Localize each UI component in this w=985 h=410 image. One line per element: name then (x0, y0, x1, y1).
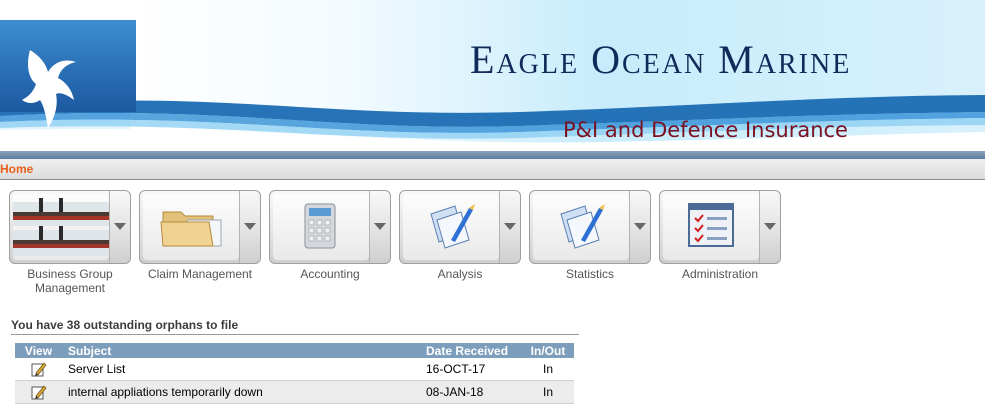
documents-pen-icon (403, 194, 499, 260)
accounting-button[interactable] (269, 190, 391, 264)
module-accounting: Accounting (269, 190, 391, 281)
column-header-date-received: Date Received (420, 343, 522, 358)
analysis-label: Analysis (437, 267, 483, 281)
business-group-dropdown[interactable] (109, 191, 130, 263)
orphans-table: View Subject Date Received In/Out Server… (15, 343, 574, 404)
row-date-received: 16-OCT-17 (420, 358, 522, 381)
chevron-down-icon (634, 223, 646, 230)
administration-label: Administration (681, 267, 759, 281)
column-header-subject: Subject (62, 343, 420, 358)
ship-icon (13, 194, 109, 260)
claim-management-dropdown[interactable] (239, 191, 260, 263)
chevron-down-icon (374, 223, 386, 230)
column-header-view: View (15, 343, 62, 358)
accounting-dropdown[interactable] (369, 191, 390, 263)
folder-icon (143, 194, 239, 260)
analysis-button[interactable] (399, 190, 521, 264)
company-title: Eagle Ocean Marine (470, 37, 852, 82)
row-subject: internal appliations temporarily down (62, 380, 420, 404)
logo-box (0, 20, 136, 128)
chevron-down-icon (764, 223, 776, 230)
orphans-message: You have 38 outstanding orphans to file (11, 318, 239, 332)
module-statistics: Statistics (529, 190, 651, 281)
claim-management-label: Claim Management (147, 267, 253, 281)
column-header-in-out: In/Out (522, 343, 574, 358)
table-row[interactable]: internal appliations temporarily down 08… (15, 380, 574, 404)
accounting-label: Accounting (300, 267, 360, 281)
edit-icon[interactable] (31, 361, 47, 377)
chevron-down-icon (114, 223, 126, 230)
administration-button[interactable] (659, 190, 781, 264)
analysis-dropdown[interactable] (499, 191, 520, 263)
administration-dropdown[interactable] (759, 191, 780, 263)
checklist-icon (663, 194, 759, 260)
business-group-label: Business Group Management (27, 267, 113, 295)
claim-management-button[interactable] (139, 190, 261, 264)
module-business-group: Business Group Management (9, 190, 131, 295)
row-subject: Server List (62, 358, 420, 381)
header-divider (0, 151, 985, 159)
business-group-button[interactable] (9, 190, 131, 264)
statistics-dropdown[interactable] (629, 191, 650, 263)
company-subtitle: P&I and Defence Insurance (563, 118, 848, 142)
module-analysis: Analysis (399, 190, 521, 281)
edit-icon[interactable] (31, 384, 47, 400)
breadcrumb-home-link[interactable]: Home (0, 162, 33, 176)
header-banner: Eagle Ocean Marine P&I and Defence Insur… (0, 0, 985, 150)
row-date-received: 08-JAN-18 (420, 380, 522, 404)
calculator-icon (273, 194, 369, 260)
row-in-out: In (522, 358, 574, 381)
chevron-down-icon (244, 223, 256, 230)
statistics-button[interactable] (529, 190, 651, 264)
module-administration: Administration (659, 190, 781, 281)
row-in-out: In (522, 380, 574, 404)
breadcrumb: Home (0, 159, 985, 180)
statistics-label: Statistics (565, 267, 614, 281)
module-claim-management: Claim Management (139, 190, 261, 281)
documents-pen-icon (533, 194, 629, 260)
eagle-logo-icon (22, 50, 76, 128)
table-row[interactable]: Server List 16-OCT-17 In (15, 358, 574, 381)
orphans-divider (11, 334, 579, 335)
table-header-row: View Subject Date Received In/Out (15, 343, 574, 358)
chevron-down-icon (504, 223, 516, 230)
